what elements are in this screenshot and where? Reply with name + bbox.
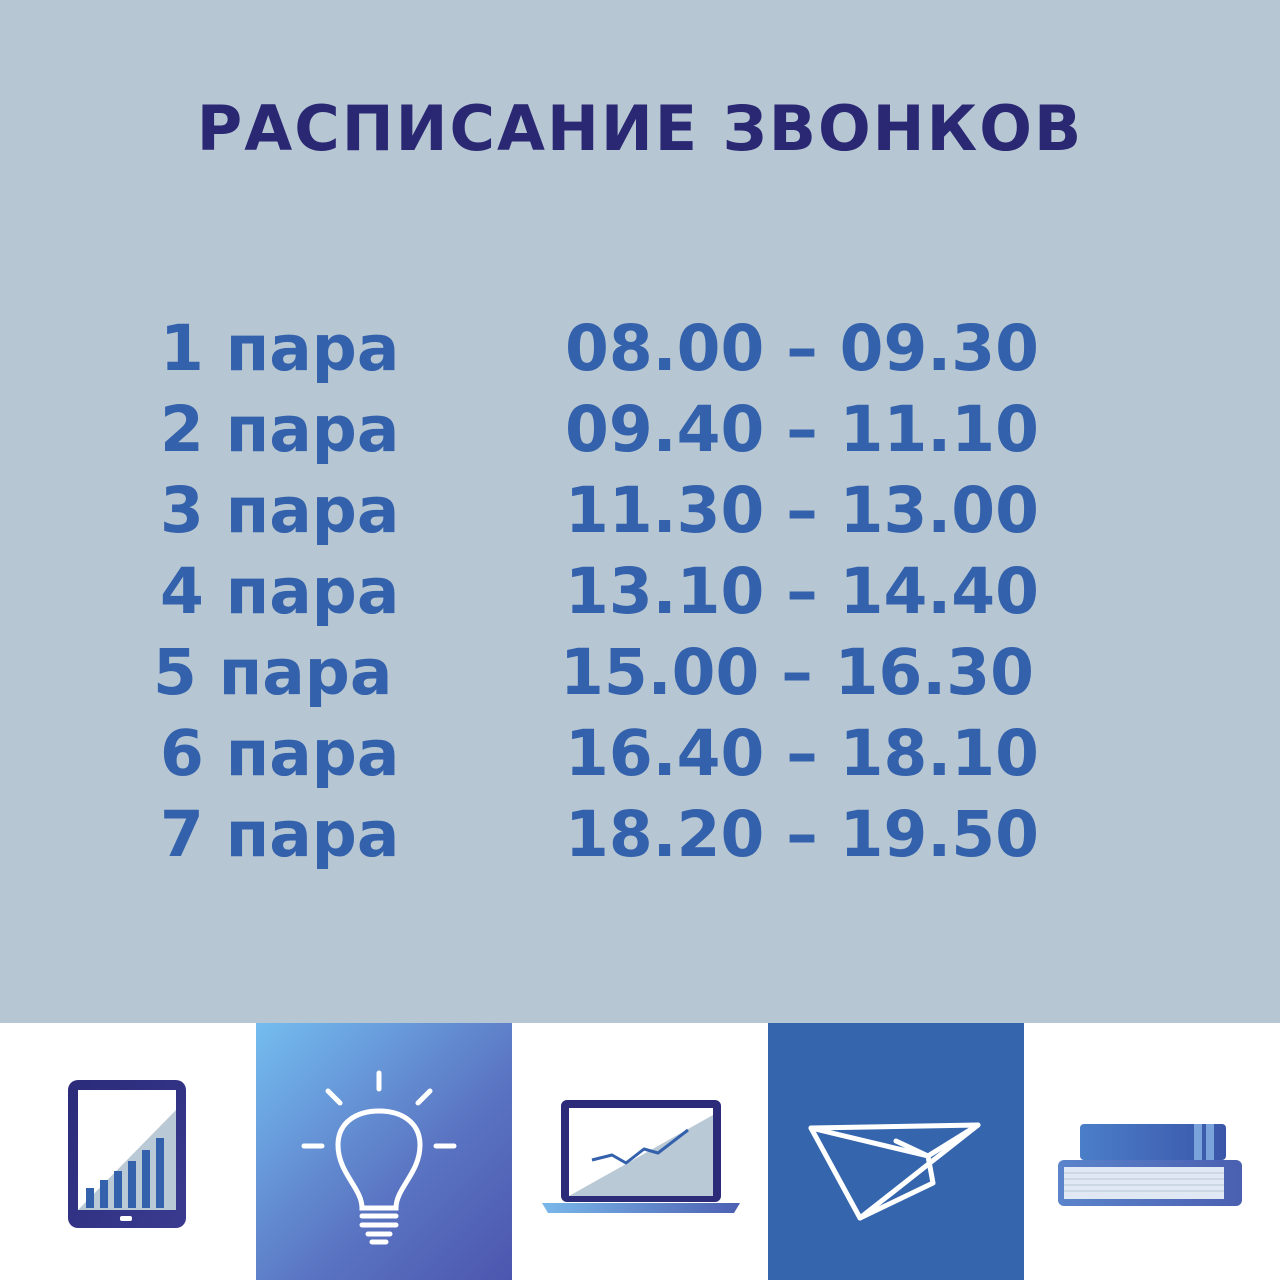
schedule-row: 4 пара 13.10 – 14.40 <box>0 555 1280 636</box>
icon-tile <box>512 1023 768 1280</box>
schedule-row: 6 пара 16.40 – 18.10 <box>0 717 1280 798</box>
lesson-time: 09.40 – 11.10 <box>565 393 1039 466</box>
lesson-time: 15.00 – 16.30 <box>560 636 1034 709</box>
books-icon <box>1058 1124 1242 1206</box>
lesson-label: 3 пара <box>160 474 400 547</box>
lesson-label: 2 пара <box>160 393 400 466</box>
lesson-label: 1 пара <box>160 312 400 385</box>
lightbulb-icon <box>301 1070 457 1245</box>
lesson-label: 5 пара <box>153 636 393 709</box>
icon-tile <box>768 1023 1024 1280</box>
lesson-label: 7 пара <box>160 798 400 871</box>
schedule-row: 1 пара 08.00 – 09.30 <box>0 312 1280 393</box>
page-title: РАСПИСАНИЕ ЗВОНКОВ <box>196 92 1084 165</box>
lesson-time: 13.10 – 14.40 <box>565 555 1039 628</box>
schedule-row: 5 пара 15.00 – 16.30 <box>0 636 1280 717</box>
lesson-label: 6 пара <box>160 717 400 790</box>
paper-plane-icon <box>808 1122 981 1221</box>
lesson-time: 11.30 – 13.00 <box>565 474 1039 547</box>
bell-schedule: 1 пара 08.00 – 09.30 2 пара 09.40 – 11.1… <box>0 312 1280 879</box>
lesson-time: 16.40 – 18.10 <box>565 717 1039 790</box>
schedule-panel: РАСПИСАНИЕ ЗВОНКОВ 1 пара 08.00 – 09.30 … <box>0 0 1280 1023</box>
schedule-row: 7 пара 18.20 – 19.50 <box>0 798 1280 879</box>
icon-strip <box>0 1023 1280 1280</box>
lesson-time: 08.00 – 09.30 <box>565 312 1039 385</box>
schedule-row: 3 пара 11.30 – 13.00 <box>0 474 1280 555</box>
laptop-chart-icon <box>542 1100 740 1213</box>
schedule-row: 2 пара 09.40 – 11.10 <box>0 393 1280 474</box>
icon-tile <box>1024 1023 1280 1280</box>
icon-tile <box>256 1023 512 1280</box>
icon-tile <box>0 1023 256 1280</box>
tablet-chart-icon <box>68 1080 186 1228</box>
lesson-label: 4 пара <box>160 555 400 628</box>
lesson-time: 18.20 – 19.50 <box>565 798 1039 871</box>
